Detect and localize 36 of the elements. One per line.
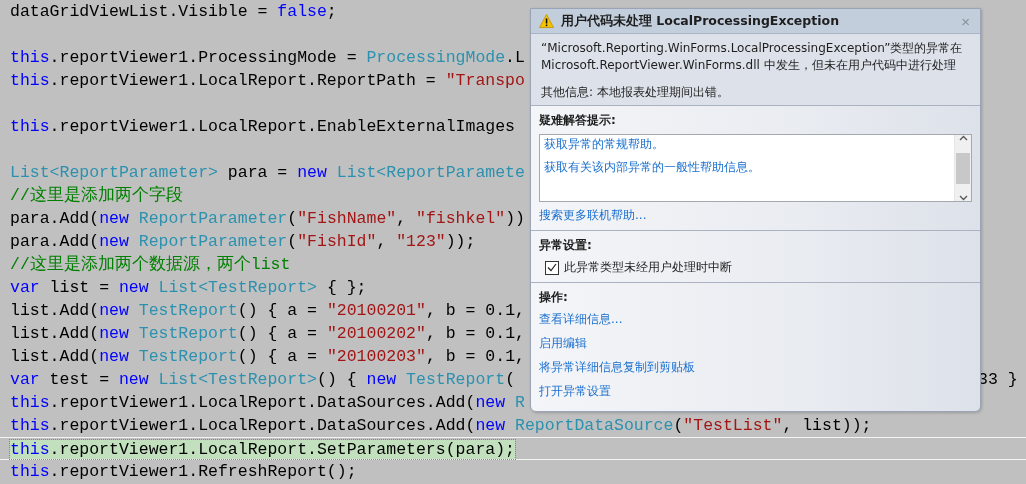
code-line: this.reportViewer1.ProcessingMode = ProcessingMode.L: [10, 48, 525, 67]
section-heading: 疑难解答提示:: [539, 112, 617, 129]
checkbox[interactable]: [545, 260, 559, 275]
section-heading: 异常设置:: [539, 237, 593, 254]
help-link[interactable]: 获取异常的常规帮助。: [544, 136, 950, 153]
code-line: //这里是添加两个数据源，两个list: [10, 255, 291, 274]
scroll-down-icon[interactable]: [958, 195, 968, 201]
action-link[interactable]: 打开异常设置: [539, 383, 972, 400]
code-line: var test = new List<TestReport>() { new TestReport(: [10, 370, 516, 389]
code-line: para.Add(new ReportParameter("FishId", "123"));: [10, 232, 476, 251]
code-line: list.Add(new TestReport() { a = "20100203", b = 0.1,: [10, 347, 525, 366]
code-line: para.Add(new ReportParameter("FishName", "fishkel")): [10, 209, 525, 228]
action-link[interactable]: 启用编辑: [539, 335, 972, 352]
scrollbar[interactable]: [954, 135, 971, 201]
code-line: this.reportViewer1.RefreshReport();: [10, 462, 357, 481]
code-line: dataGridViewList.Visible = false;: [10, 2, 337, 21]
code-line: list.Add(new TestReport() { a = "20100201", b = 0.1,: [10, 301, 525, 320]
exception-message: “Microsoft.Reporting.WinForms.LocalProcessingException”类型的异常在 Microsoft.ReportViewer.WinForms.dll 中发生，但未在用户代码中进行处理: [541, 40, 964, 74]
code-line: var list = new List<TestReport> { };: [10, 278, 367, 297]
code-line: List<ReportParameter> para = new List<ReportParamete: [10, 163, 525, 182]
action-link[interactable]: 查看详细信息...: [539, 311, 972, 328]
code-line: this.reportViewer1.LocalReport.DataSources.Add(new ReportDataSource("TestList", list));: [10, 416, 872, 435]
code-line: this.reportViewer1.LocalReport.DataSources.Add(new R: [10, 393, 525, 412]
checkbox-label: 此异常类型未经用户处理时中断: [564, 259, 732, 276]
search-help-link[interactable]: 搜索更多联机帮助...: [539, 207, 972, 224]
code-line: list.Add(new TestReport() { a = "20100202", b = 0.1,: [10, 324, 525, 343]
code-line: this.reportViewer1.LocalReport.EnableExternalImages: [10, 117, 515, 136]
warning-icon: [539, 14, 554, 28]
section-heading: 操作:: [539, 289, 569, 306]
action-link[interactable]: 将异常详细信息复制到剪贴板: [539, 359, 972, 376]
help-link[interactable]: 获取有关该内部异常的一般性帮助信息。: [544, 159, 950, 176]
dialog-title: 用户代码未处理 LocalProcessingException: [561, 12, 841, 30]
scroll-up-icon[interactable]: [958, 135, 968, 141]
code-line: //这里是添加两个字段: [10, 186, 183, 205]
additional-info: 其他信息: 本地报表处理期间出错。: [541, 84, 730, 101]
code-line: this.reportViewer1.LocalReport.ReportPath = "Transpo: [10, 71, 525, 90]
